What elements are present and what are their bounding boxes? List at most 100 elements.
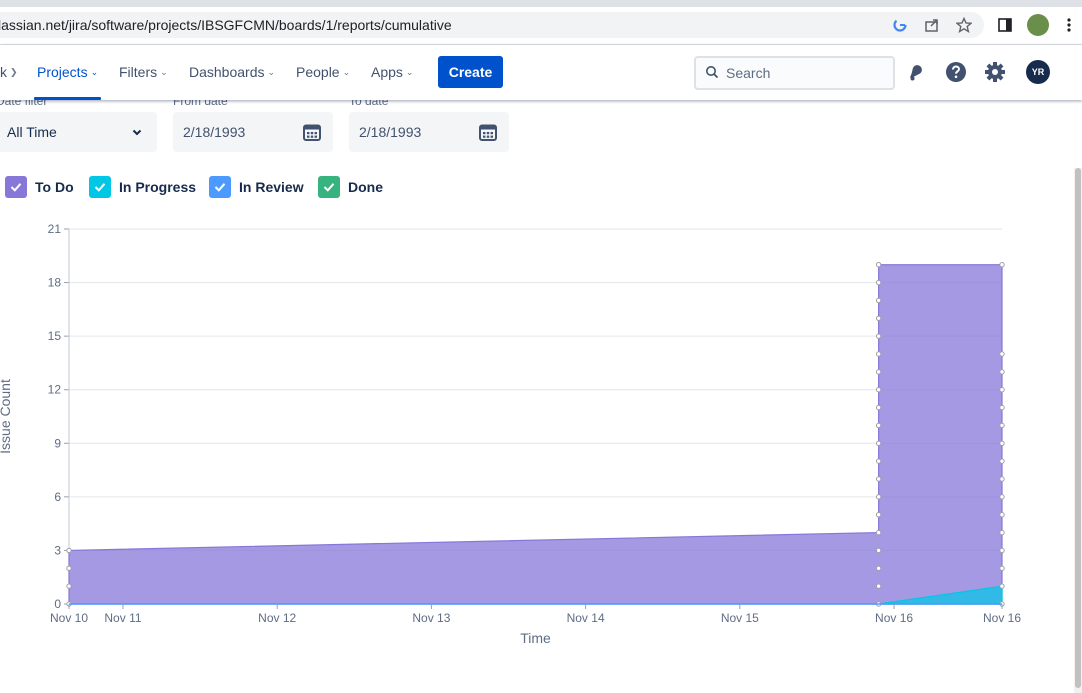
data-point (875, 279, 882, 286)
data-point (66, 547, 72, 554)
legend-in-review-checkbox[interactable]: In Review (209, 175, 304, 199)
user-avatar[interactable]: YR (1026, 60, 1050, 84)
from-date-value: 2/18/1993 (183, 124, 246, 140)
check-icon (209, 176, 231, 198)
legend-in-progress-checkbox[interactable]: In Progress (89, 175, 196, 199)
y-tick-label: 15 (48, 329, 62, 343)
data-point (875, 262, 882, 268)
address-bar[interactable]: lassian.net/jira/software/projects/IBSGF… (0, 12, 984, 38)
profile-avatar-icon[interactable] (1027, 14, 1049, 36)
cumulative-flow-chart: 0 3 6 9 12 15 18 21 Nov 10 Nov 11 Nov 12 Nov 13 Nov … (0, 222, 1021, 646)
data-point (999, 565, 1005, 571)
data-point (875, 351, 882, 357)
x-tick-label: Nov 16 (875, 611, 913, 625)
to-date-input[interactable]: 2/18/1993 (349, 112, 509, 152)
data-point (999, 387, 1005, 393)
data-point (875, 476, 882, 482)
area-to-do (68, 264, 1003, 605)
help-icon[interactable] (943, 59, 969, 85)
nav-item-apps[interactable]: Apps ⌄ (371, 64, 413, 80)
browser-toolbar: lassian.net/jira/software/projects/IBSGF… (0, 7, 1082, 45)
y-tick-label: 3 (54, 543, 61, 557)
data-point (999, 494, 1005, 500)
notifications-icon[interactable] (903, 59, 929, 85)
data-point (999, 262, 1005, 268)
create-button[interactable]: Create (438, 56, 503, 88)
data-point (875, 512, 882, 518)
data-point (875, 297, 882, 304)
to-date-value: 2/18/1993 (359, 124, 422, 140)
nav-item-dashboards[interactable]: Dashboards ⌄ (189, 64, 275, 80)
chevron-down-icon (131, 125, 143, 143)
x-tick-label: Nov 11 (104, 611, 141, 625)
settings-gear-icon[interactable] (982, 59, 1008, 85)
google-icon[interactable] (891, 16, 909, 34)
legend-label: To Do (35, 179, 74, 195)
from-date-input[interactable]: 2/18/1993 (173, 112, 333, 152)
data-point (875, 458, 882, 464)
y-tick-label: 18 (48, 276, 62, 290)
data-point (999, 512, 1005, 518)
calendar-icon[interactable] (303, 123, 321, 146)
y-tick-label: 9 (54, 436, 61, 450)
data-point (999, 547, 1005, 554)
share-icon[interactable] (923, 16, 941, 34)
y-axis-label: Issue Count (0, 379, 13, 454)
browser-tab-strip (0, 0, 1082, 7)
calendar-icon[interactable] (479, 123, 497, 146)
data-point (999, 476, 1005, 482)
legend-label: In Progress (119, 179, 197, 195)
bookmark-star-icon[interactable] (955, 16, 973, 34)
active-tab-indicator (34, 97, 101, 100)
legend-label: In Review (239, 179, 304, 195)
data-point (875, 404, 882, 411)
top-navigation: k ❯ Projects ⌄ Filters ⌄ Dashboards ⌄ People… (0, 45, 1082, 100)
url-text: lassian.net/jira/software/projects/IBSGF… (0, 17, 452, 33)
search-placeholder: Search (726, 65, 771, 81)
y-tick-label: 12 (48, 383, 62, 397)
nav-item-partial[interactable]: k ❯ (0, 64, 18, 80)
data-point (875, 494, 882, 500)
x-tick-label: Nov 10 (50, 611, 88, 625)
data-point (875, 547, 882, 554)
nav-item-filters[interactable]: Filters ⌄ (119, 64, 168, 80)
y-tick-label: 6 (54, 490, 61, 504)
search-input[interactable]: Search (694, 56, 895, 90)
y-tick-label: 21 (48, 222, 62, 236)
x-tick-label: Nov 12 (258, 611, 296, 625)
data-point (875, 422, 882, 429)
data-point (999, 440, 1005, 446)
data-point (875, 333, 882, 339)
y-tick-label: 0 (54, 597, 61, 611)
page-scrollbar-thumb[interactable] (1075, 168, 1081, 688)
data-point (999, 583, 1005, 589)
check-icon (5, 176, 27, 198)
data-point (875, 387, 882, 393)
legend-todo-checkbox[interactable]: To Do (5, 175, 74, 199)
x-tick-label: Nov 16 (983, 611, 1021, 625)
side-panel-icon[interactable] (996, 16, 1014, 34)
data-point (999, 422, 1005, 429)
data-point (875, 315, 882, 321)
date-filter-select[interactable]: All Time (0, 112, 157, 152)
data-point (875, 369, 882, 375)
data-point (999, 529, 1005, 536)
nav-item-projects[interactable]: Projects ⌄ (37, 64, 98, 80)
data-point (875, 583, 882, 589)
date-filter-value: All Time (7, 124, 57, 140)
data-point (66, 565, 72, 571)
x-tick-label: Nov 13 (412, 611, 450, 625)
data-point (875, 565, 882, 571)
legend-label: Done (348, 179, 383, 195)
data-point (66, 583, 72, 589)
data-point (999, 458, 1005, 464)
data-point (875, 529, 882, 536)
data-point (999, 369, 1005, 375)
search-icon (705, 65, 719, 84)
check-icon (318, 176, 340, 198)
nav-item-people[interactable]: People ⌄ (296, 64, 350, 80)
x-axis-label: Time (520, 630, 551, 646)
legend-done-checkbox[interactable]: Done (318, 175, 383, 199)
x-tick-label: Nov 15 (721, 611, 759, 625)
browser-menu-icon[interactable] (1060, 16, 1078, 34)
